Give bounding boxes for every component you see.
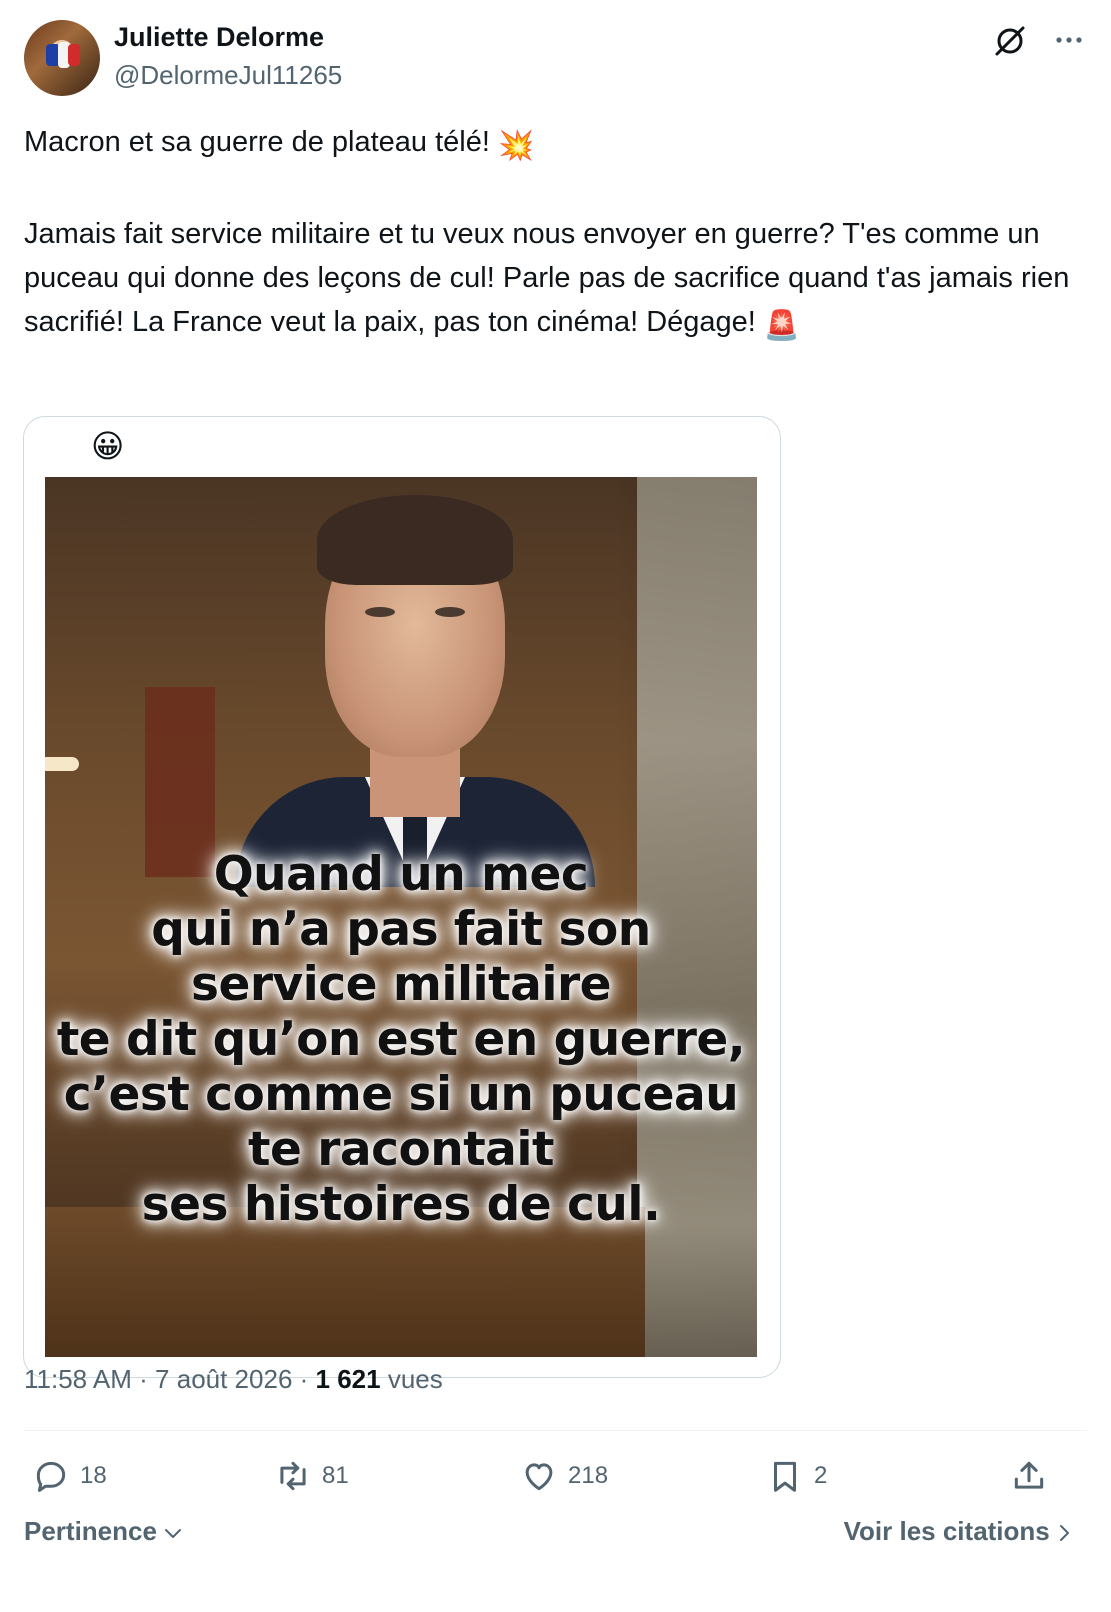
share-button[interactable]: [1010, 1448, 1058, 1504]
post-date[interactable]: 7 août 2026: [155, 1364, 292, 1394]
views-label: vues: [380, 1364, 443, 1394]
reply-icon: [36, 1461, 66, 1492]
meta-separator: ·: [292, 1364, 316, 1394]
author-name[interactable]: Juliette Delorme: [114, 22, 324, 53]
post-time[interactable]: 11:58 AM: [24, 1364, 132, 1394]
media-header: 😀: [45, 417, 757, 477]
meme-caption: Quand un mec qui n’a pas fait son servic…: [45, 847, 757, 1232]
collision-emoji: 💥: [497, 130, 535, 162]
media-card[interactable]: 😀 Quand un mec qui n’a pas fait son serv…: [23, 416, 781, 1378]
post-line1: Macron et sa guerre de plateau télé!: [24, 126, 498, 158]
portrait-left-eye: [365, 607, 395, 617]
avatar[interactable]: [24, 20, 100, 96]
caption-line: qui n’a pas fait son: [151, 902, 651, 957]
grok-icon[interactable]: [993, 24, 1027, 58]
avatar-face-paint-red: [68, 44, 80, 66]
grinning-emoji: 😀: [91, 428, 125, 464]
portrait-hair: [317, 495, 513, 585]
post-header: Juliette Delorme @DelormeJul11265: [24, 20, 1091, 100]
meme-image[interactable]: Quand un mec qui n’a pas fait son servic…: [45, 477, 757, 1357]
like-button[interactable]: 218: [520, 1448, 608, 1504]
chevron-down-icon: [165, 1529, 182, 1539]
share-icon: [1014, 1461, 1044, 1489]
repost-count: 81: [322, 1462, 349, 1489]
siren-emoji: 🚨: [763, 310, 801, 342]
bookmark-icon: [773, 1461, 797, 1492]
views-count: 1 621: [315, 1364, 381, 1394]
caption-line: service militaire: [190, 957, 612, 1012]
caption-line: Quand un mec: [213, 847, 589, 902]
reply-count: 18: [80, 1462, 107, 1489]
heart-icon: [525, 1463, 553, 1491]
reply-sort-bar: Pertinence Voir les citations: [24, 1512, 1071, 1556]
reply-button[interactable]: 18: [32, 1448, 107, 1504]
caption-line: c’est comme si un puceau: [63, 1067, 739, 1122]
view-quotes-link[interactable]: Voir les citations: [844, 1516, 1071, 1547]
post-text: Macron et sa guerre de plateau télé! 💥 J…: [24, 120, 1084, 348]
like-count: 218: [568, 1462, 609, 1489]
post-body: Jamais fait service militaire et tu veux…: [24, 218, 1078, 338]
caption-line: te racontait: [248, 1122, 554, 1177]
portrait-right-eye: [435, 607, 465, 617]
portrait-photo: [195, 477, 595, 887]
repost-button[interactable]: 81: [274, 1448, 349, 1504]
sort-label: Pertinence: [24, 1516, 157, 1546]
sort-dropdown[interactable]: Pertinence: [24, 1516, 182, 1547]
caption-line: ses histoires de cul.: [141, 1177, 661, 1232]
view-quotes-label: Voir les citations: [843, 1516, 1050, 1546]
author-handle[interactable]: @DelormeJul11265: [114, 60, 342, 91]
meta-separator: ·: [131, 1364, 156, 1394]
divider: [24, 1430, 1087, 1431]
repost-icon: [280, 1461, 306, 1491]
chevron-right-icon: [1060, 1525, 1069, 1542]
bookmark-button[interactable]: 2: [766, 1448, 827, 1504]
action-bar: 18 81 218 2: [24, 1448, 1064, 1508]
background-lamp: [45, 757, 79, 771]
caption-line: te dit qu’on est en guerre,: [56, 1012, 746, 1067]
post-meta: 11:58 AM · 7 août 2026 · 1 621 vues: [24, 1364, 443, 1395]
more-icon[interactable]: [1053, 24, 1085, 56]
bookmark-count: 2: [814, 1462, 828, 1489]
